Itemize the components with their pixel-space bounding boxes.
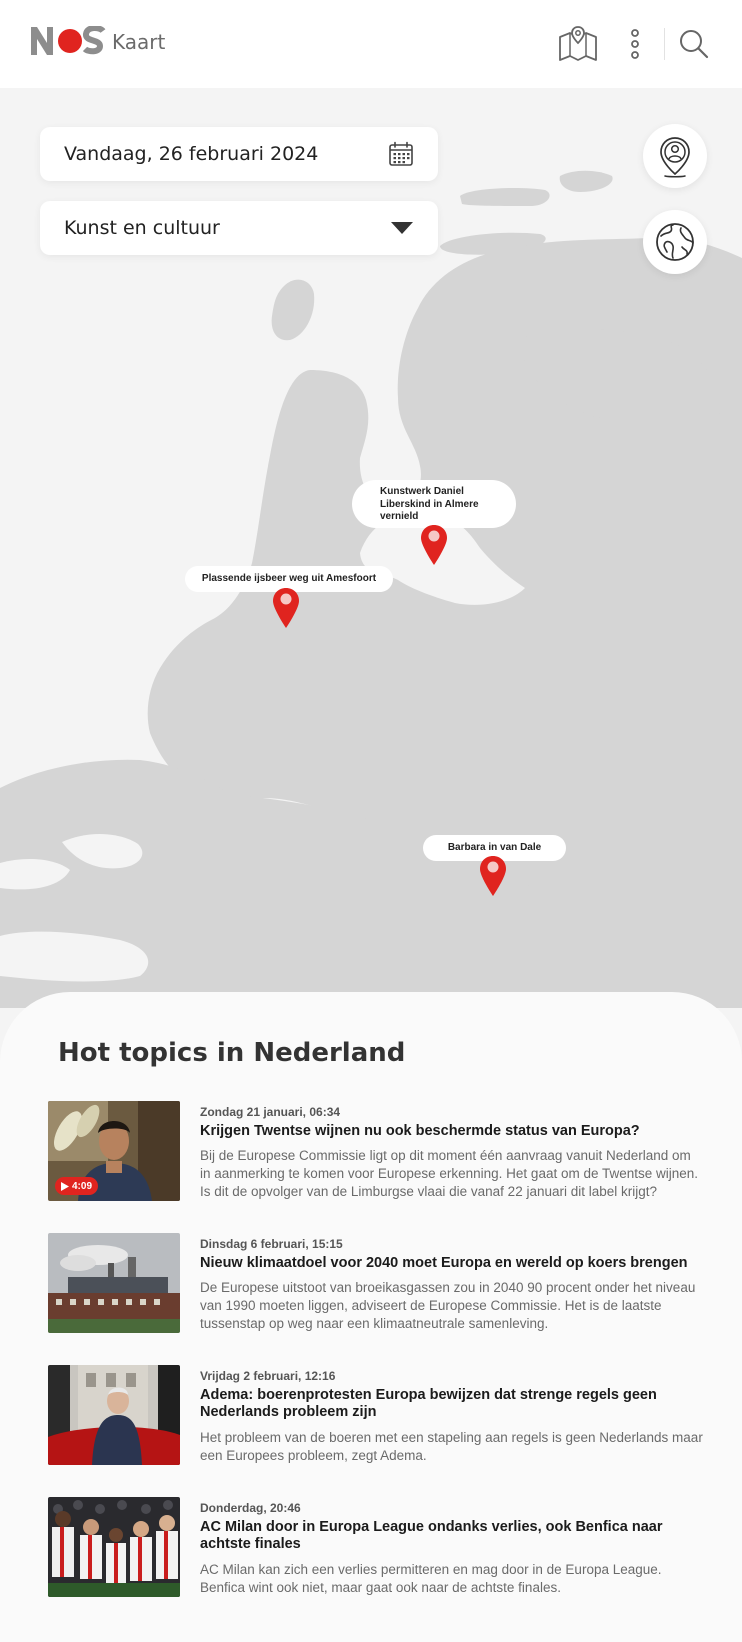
article-item[interactable]: 4:09 Zondag 21 januari, 06:34 Krijgen Tw… <box>48 1101 708 1211</box>
more-vertical-icon[interactable] <box>613 22 657 66</box>
article-date: Donderdag, 20:46 <box>200 1501 301 1515</box>
map-pin-icon[interactable] <box>479 855 507 897</box>
header-divider <box>664 28 665 60</box>
article-item[interactable]: Donderdag, 20:46 AC Milan door in Europa… <box>48 1497 708 1607</box>
article-title: Nieuw klimaatdoel voor 2040 moet Europa … <box>200 1255 688 1271</box>
article-item[interactable]: Vrijdag 2 februari, 12:16 Adema: boerenp… <box>48 1365 708 1475</box>
article-title: Adema: boerenprotesten Europa bewijzen d… <box>200 1387 657 1420</box>
category-label: Kunst en cultuur <box>64 217 220 239</box>
article-thumbnail: 4:09 <box>48 1101 180 1201</box>
article-item[interactable]: Dinsdag 6 februari, 15:15 Nieuw klimaatd… <box>48 1233 708 1343</box>
map-pin-icon[interactable] <box>420 524 448 566</box>
date-picker[interactable]: Vandaag, 26 februari 2024 <box>40 127 438 181</box>
article-date: Vrijdag 2 februari, 12:16 <box>200 1369 336 1383</box>
article-description: De Europese uitstoot van broeikasgassen … <box>200 1280 696 1331</box>
location-person-icon <box>660 137 690 178</box>
hot-topics-title: Hot topics in Nederland <box>58 1038 406 1068</box>
article-description: Bij de Europese Commissie ligt op dit mo… <box>200 1148 699 1199</box>
category-dropdown[interactable]: Kunst en cultuur <box>40 201 438 255</box>
my-location-button[interactable] <box>643 124 707 188</box>
app-header: Kaart <box>0 0 742 88</box>
map-view[interactable]: Vandaag, 26 februari 2024 Kunst en cultu… <box>0 88 742 1008</box>
marker-label[interactable]: Kunstwerk Daniel Liberskind in Almere ve… <box>352 480 516 528</box>
article-description: AC Milan kan zich een verlies permittere… <box>200 1562 662 1595</box>
map-pin-icon[interactable] <box>272 587 300 629</box>
play-icon <box>61 1181 69 1191</box>
chevron-down-icon <box>391 222 413 234</box>
article-thumbnail <box>48 1497 180 1597</box>
article-date: Dinsdag 6 februari, 15:15 <box>200 1237 343 1251</box>
article-description: Het probleem van de boeren met een stape… <box>200 1430 703 1463</box>
logo-subtitle: Kaart <box>112 30 166 54</box>
calendar-icon <box>389 141 413 166</box>
map-icon[interactable] <box>556 22 600 66</box>
search-icon[interactable] <box>672 22 716 66</box>
world-view-button[interactable] <box>643 210 707 274</box>
article-title: Krijgen Twentse wijnen nu ook beschermde… <box>200 1123 640 1139</box>
article-thumbnail <box>48 1365 180 1465</box>
nos-logo[interactable]: Kaart <box>30 26 165 56</box>
date-label: Vandaag, 26 februari 2024 <box>64 143 319 165</box>
nos-logo-mark <box>31 26 106 55</box>
video-badge: 4:09 <box>55 1177 99 1195</box>
article-date: Zondag 21 januari, 06:34 <box>200 1105 341 1119</box>
article-title: AC Milan door in Europa League ondanks v… <box>200 1519 663 1552</box>
article-thumbnail <box>48 1233 180 1333</box>
globe-icon <box>656 223 694 261</box>
